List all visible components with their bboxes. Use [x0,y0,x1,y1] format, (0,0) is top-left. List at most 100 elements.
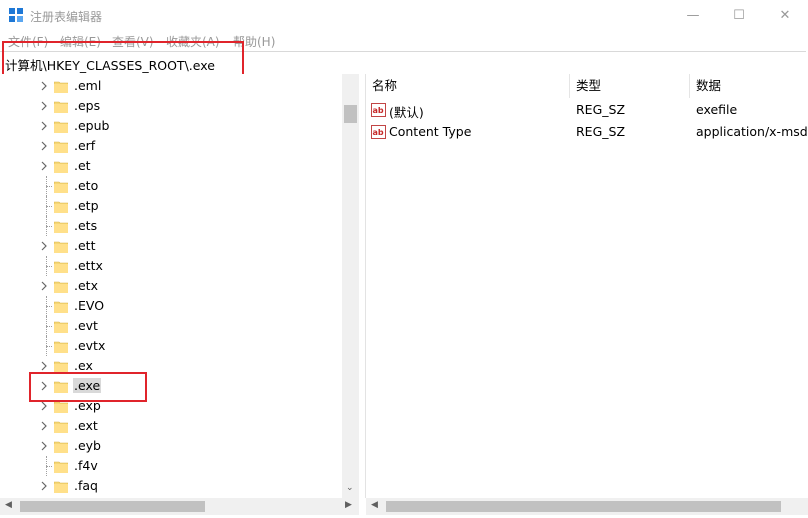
tree-item-label: .et [74,158,91,173]
chevron-right-icon[interactable] [40,481,48,491]
chevron-right-icon[interactable] [40,421,48,431]
minimize-button[interactable]: — [670,0,716,31]
tree-item[interactable]: .ettx [0,256,342,276]
string-value-icon: ab [371,125,386,139]
chevron-right-icon[interactable] [40,101,48,111]
tree-item[interactable]: .erf [0,136,342,156]
folder-icon [54,121,68,133]
chevron-right-icon[interactable] [40,141,48,151]
chevron-right-icon[interactable] [40,161,48,171]
tree-item-label: .faq [74,478,98,493]
chevron-right-icon[interactable] [40,241,48,251]
folder-icon [54,241,68,253]
value-data: application/x-msdownload [696,124,808,139]
tree-connector [46,226,52,227]
chevron-right-icon[interactable] [40,401,48,411]
tree-item[interactable]: .etp [0,196,342,216]
tree-item[interactable]: .ets [0,216,342,236]
tree-connector [46,346,52,347]
title-bar[interactable]: 注册表编辑器 — ☐ ✕ [0,0,808,31]
value-type: REG_SZ [576,102,626,117]
folder-icon [54,461,68,473]
values-horizontal-scrollbar[interactable]: ◀ [366,498,808,515]
scroll-down-icon[interactable]: ⌄ [346,483,354,493]
value-row[interactable]: ab (默认) REG_SZ exefile [366,99,808,121]
tree-item-label: .ex [74,358,93,373]
chevron-right-icon[interactable] [40,281,48,291]
tree-item[interactable]: .ett [0,236,342,256]
tree-item[interactable]: .eyb [0,436,342,456]
folder-icon [54,421,68,433]
tree-horizontal-scrollbar[interactable]: ◀ ▶ [0,498,359,515]
tree-item-label: .EVO [74,298,105,313]
tree-item[interactable]: .epub [0,116,342,136]
folder-icon [54,481,68,493]
svg-text:ab: ab [373,128,384,137]
tree-item-label: .eto [74,178,99,193]
value-name: Content Type [389,124,472,139]
folder-icon [54,101,68,113]
chevron-right-icon[interactable] [40,121,48,131]
tree-item-label: .evtx [74,338,106,353]
tree-item[interactable]: .ext [0,416,342,436]
tree-connector [46,206,52,207]
values-list[interactable]: 名称 类型 数据 ab (默认) REG_SZ exefile ab Content Ty… [366,74,808,498]
tree-item[interactable]: .eml [0,76,342,96]
tree-vertical-scrollbar[interactable]: ⌄ [342,74,359,498]
tree-item[interactable]: .EVO [0,296,342,316]
tree-connector [46,326,52,327]
tree-item[interactable]: .et [0,156,342,176]
folder-icon [54,81,68,93]
tree-item[interactable]: .evtx [0,336,342,356]
value-type: REG_SZ [576,124,626,139]
folder-icon [54,301,68,313]
column-header-data[interactable]: 数据 [690,74,808,98]
folder-icon [54,201,68,213]
registry-editor-icon [9,8,23,22]
value-data: exefile [696,102,738,117]
tree-hscroll-thumb[interactable] [20,501,205,512]
folder-icon [54,221,68,233]
tree-item-label: .etp [74,198,99,213]
folder-icon [54,181,68,193]
chevron-right-icon[interactable] [40,361,48,371]
tree-connector [46,266,52,267]
folder-icon [54,161,68,173]
close-button[interactable]: ✕ [762,0,808,31]
folder-icon [54,341,68,353]
maximize-button[interactable]: ☐ [716,0,762,31]
tree-connector [46,306,52,307]
tree-item[interactable]: .f4v [0,456,342,476]
folder-icon [54,261,68,273]
tree-item-label: .ett [74,238,96,253]
tree-item-label: .eyb [74,438,101,453]
column-header-name[interactable]: 名称 [366,74,570,98]
value-row[interactable]: ab Content Type REG_SZ application/x-msdown… [366,121,808,143]
string-value-icon: ab [371,103,386,117]
tree-item[interactable]: .faq [0,476,342,496]
tree-item[interactable]: .eps [0,96,342,116]
scroll-right-icon[interactable]: ▶ [345,500,352,510]
tree-item[interactable]: .evt [0,316,342,336]
chevron-right-icon[interactable] [40,81,48,91]
tree-item-label: .eml [74,78,102,93]
values-hscroll-thumb[interactable] [386,501,781,512]
tree-item[interactable]: .eto [0,176,342,196]
scroll-left-icon[interactable]: ◀ [371,500,378,510]
tree-item-label: .evt [74,318,98,333]
tree-item[interactable]: .etx [0,276,342,296]
key-tree[interactable]: .eml .eps .epub .erf .et .eto .etp .ets .ett .ett… [0,74,360,518]
tree-item-label: .f4v [74,458,98,473]
tree-item-label: .eps [74,98,101,113]
tree-vscroll-thumb[interactable] [344,105,357,123]
scroll-left-icon[interactable]: ◀ [5,500,12,510]
tree-item-label: .ext [74,418,98,433]
folder-icon [54,441,68,453]
value-name: (默认) [389,105,424,120]
chevron-right-icon[interactable] [40,441,48,451]
tree-item-label: .erf [74,138,96,153]
highlight-box-exe [29,372,147,402]
window-title: 注册表编辑器 [30,10,103,24]
folder-icon [54,321,68,333]
column-header-type[interactable]: 类型 [570,74,690,98]
